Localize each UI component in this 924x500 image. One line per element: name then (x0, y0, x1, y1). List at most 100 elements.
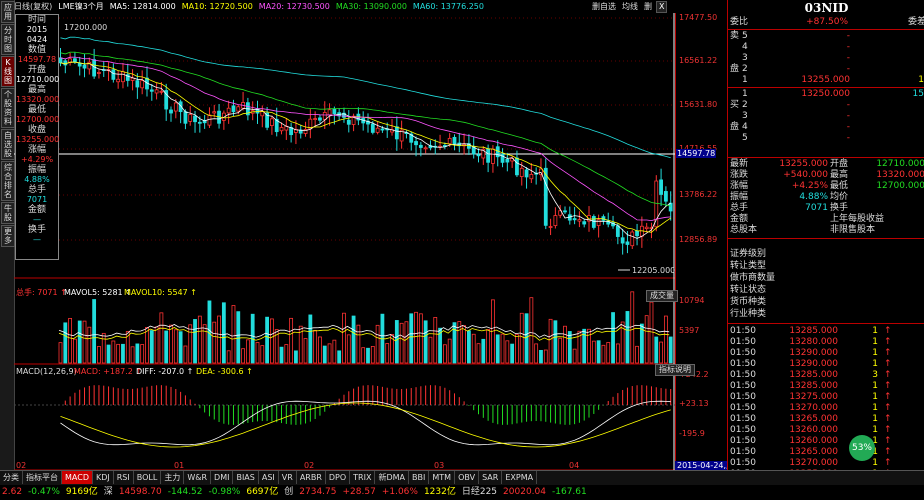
left-menu-item[interactable]: K线图 (1, 56, 15, 87)
left-menu-item[interactable]: 分时图 (1, 24, 15, 55)
indicator-tab[interactable]: OBV (455, 471, 480, 484)
candle-body (173, 102, 178, 112)
volume-bar (265, 316, 270, 364)
indicator-tab[interactable]: MTM (429, 471, 456, 484)
status-item: +28.57 (342, 487, 376, 497)
left-menu-item[interactable]: 综合排名 (1, 161, 15, 201)
up-arrow-icon: ↑ (884, 447, 892, 457)
info-label: 时间 (27, 15, 46, 25)
candle-body (77, 63, 82, 67)
indicator-tab[interactable]: BOLL (134, 471, 162, 484)
volume-bar (245, 339, 250, 364)
left-menu-item[interactable]: 自选股 (1, 129, 15, 160)
status-item: 2734.75 (299, 487, 337, 497)
quote-divider (728, 323, 924, 324)
left-menu-item[interactable]: 个股资料 (1, 88, 15, 128)
indicator-tab[interactable]: TRIX (350, 471, 376, 484)
tick-price: 13285.000 (789, 326, 838, 336)
volume-bar (615, 343, 620, 364)
indicator-title-bar: 日线(复权) LME镍3个月 MA5: 12814.000 MA10: 12720.5… (14, 0, 589, 13)
indicator-tab[interactable]: 指标平台 (23, 471, 62, 484)
stat-row: 总手 7071 换手 (728, 203, 924, 214)
indicator-help-button[interactable]: 指标说明 (655, 364, 695, 376)
indicator-tab[interactable]: VR (279, 471, 297, 484)
tick-price: 13290.000 (789, 359, 838, 369)
candle-body (615, 225, 620, 237)
info-item: 转让类型 (730, 261, 767, 271)
stat-label: 金额 (730, 214, 749, 224)
stat-label: 涨幅 (730, 181, 749, 191)
tick-volume: 1 (872, 403, 878, 413)
tab-remove-favorite[interactable]: 删自选 (590, 0, 618, 13)
volume-bar (428, 336, 433, 364)
candle-body (226, 107, 231, 114)
info-label: 开盘 (27, 65, 46, 75)
indicator-tab[interactable]: 分类 (0, 471, 23, 484)
volume-header-text: MAVOL10: 5547 ↑ (124, 288, 197, 297)
tab-moving-average[interactable]: 均线 (620, 0, 640, 13)
stat-value: +4.25% (791, 181, 828, 191)
stat-value: +540.000 (783, 170, 828, 180)
close-icon[interactable]: X (656, 1, 668, 13)
candle-body (491, 148, 495, 164)
weibi-value: +87.50% (806, 17, 848, 27)
title-part: MA5: 12814.000 (109, 2, 176, 11)
indicator-tab[interactable]: W&R (184, 471, 212, 484)
candle-body (121, 71, 125, 83)
volume-button[interactable]: 成交量 (646, 290, 678, 302)
volume-header-text: 总手: 7071 ↑ (16, 287, 67, 297)
progress-badge[interactable]: 53% (849, 435, 875, 461)
indicator-tab[interactable]: ARBR (297, 471, 326, 484)
macd-tick: +23.13 (679, 399, 709, 408)
indicator-tab[interactable]: EXPMA (502, 471, 538, 484)
volume-bar (130, 346, 135, 364)
buy-price: - (846, 100, 850, 110)
indicator-tab[interactable]: ASI (259, 471, 279, 484)
candle-body (183, 111, 188, 124)
left-menu-item[interactable]: 更多 (1, 225, 15, 247)
stat-value: 13255.000 (779, 159, 828, 169)
info-row: 证券级别 (728, 249, 924, 260)
up-arrow-icon: ↑ (884, 425, 892, 435)
volume-bar (140, 344, 145, 364)
indicator-tab[interactable]: DMI (211, 471, 234, 484)
info-label: 涨幅 (27, 145, 46, 155)
stat-row: 最新 13255.000 开盘 12710.000 (728, 159, 924, 170)
candle-body (524, 169, 529, 178)
tick-time: 01:50 (730, 337, 756, 347)
volume-bar (279, 346, 284, 364)
indicator-tab[interactable]: BBI (409, 471, 430, 484)
kline-chart[interactable]: 17200.000 12205.000 总手: 7071 ↑MAVOL5: 5281… (14, 13, 675, 475)
buy-price: - (846, 111, 850, 121)
indicator-tab[interactable]: 主力 (161, 471, 185, 484)
volume-bar (572, 348, 577, 364)
indicator-tab[interactable]: SAR (479, 471, 503, 484)
indicator-tab[interactable]: 新DMA (375, 471, 410, 484)
info-value: — (33, 235, 41, 244)
left-menu-item[interactable]: 牛股 (1, 202, 15, 224)
top-right-tabs: 删自选 均线 删 X (590, 0, 674, 13)
stat-value-2: 13320.000 (876, 170, 924, 180)
indicator-tab[interactable]: RSI (114, 471, 134, 484)
left-menu-item[interactable]: 应用 (1, 1, 15, 23)
volume-bar (611, 312, 615, 364)
candle-body (452, 136, 457, 145)
volume-bar (351, 315, 356, 364)
x-axis-tick: 02 (16, 461, 26, 470)
indicator-tab[interactable]: KDJ (93, 471, 114, 484)
volume-bar (332, 339, 337, 364)
stat-value-2: 12700.000 (876, 181, 924, 191)
sell-volume: 1 (918, 75, 924, 85)
indicator-tab[interactable]: BIAS (233, 471, 259, 484)
info-item: 行业种类 (730, 309, 767, 319)
tick-volume: 1 (872, 414, 878, 424)
candle-body (58, 57, 63, 64)
volume-bar (635, 345, 639, 364)
indicator-tab[interactable]: DPO (326, 471, 351, 484)
candle-body (414, 141, 418, 146)
candle-body (659, 179, 663, 195)
indicator-tab[interactable]: MACD (62, 471, 93, 484)
volume-bar (596, 340, 601, 364)
tab-delete[interactable]: 删 (642, 0, 654, 13)
up-arrow-icon: ↑ (884, 370, 892, 380)
